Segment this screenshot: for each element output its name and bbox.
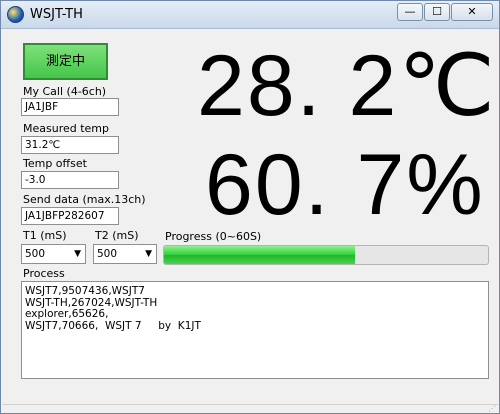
process-label: Process — [23, 267, 65, 280]
measured-temp-label: Measured temp — [23, 122, 110, 135]
client-area: 測定中 My Call (4-6ch) JA1JBF Measured temp… — [2, 30, 498, 404]
t2-select[interactable]: 500 ▼ — [93, 244, 157, 264]
temperature-readout: 28. 2℃ — [197, 38, 497, 134]
app-window: WSJT-TH — ☐ ✕ 測定中 My Call (4-6ch) JA1JBF… — [0, 0, 500, 414]
t2-select-value: 500 — [97, 248, 118, 260]
t1-select-value: 500 — [25, 248, 46, 260]
app-icon — [7, 6, 24, 23]
progress-fill — [164, 246, 356, 264]
status-bar: ⋰ — [2, 404, 498, 413]
t2-label: T2 (mS) — [95, 229, 139, 242]
measured-temp-field: 31.2℃ — [21, 136, 119, 154]
send-data-input[interactable]: JA1JBFP282607 — [21, 207, 119, 225]
temp-offset-input[interactable]: -3.0 — [21, 171, 119, 189]
window-title: WSJT-TH — [30, 7, 83, 22]
close-button[interactable]: ✕ — [451, 3, 493, 21]
progress-bar — [163, 245, 489, 265]
measure-button[interactable]: 測定中 — [23, 43, 108, 80]
t1-label: T1 (mS) — [23, 229, 67, 242]
my-call-input[interactable]: JA1JBF — [21, 98, 119, 116]
humidity-readout: 60. 7% — [205, 137, 485, 233]
process-line: explorer,65626, — [25, 308, 109, 320]
resize-grip-icon[interactable]: ⋰ — [488, 405, 496, 413]
chevron-down-icon: ▼ — [74, 249, 81, 259]
maximize-button[interactable]: ☐ — [424, 3, 450, 21]
progress-label: Progress (0~60S) — [165, 230, 262, 243]
process-textarea[interactable]: WSJT7,9507436,WSJT7 WSJT-TH,267024,WSJT-T… — [21, 281, 489, 379]
send-data-label: Send data (max.13ch) — [23, 193, 146, 206]
process-line: WSJT7,70666, WSJT 7 by K1JT — [25, 319, 201, 332]
process-line: WSJT7,9507436,WSJT7 — [25, 285, 145, 297]
t1-select[interactable]: 500 ▼ — [21, 244, 86, 264]
my-call-label: My Call (4-6ch) — [23, 85, 107, 98]
chevron-down-icon: ▼ — [145, 249, 152, 259]
title-bar[interactable]: WSJT-TH — ☐ ✕ — [1, 1, 499, 29]
temp-offset-label: Temp offset — [23, 157, 87, 170]
minimize-button[interactable]: — — [397, 3, 423, 21]
